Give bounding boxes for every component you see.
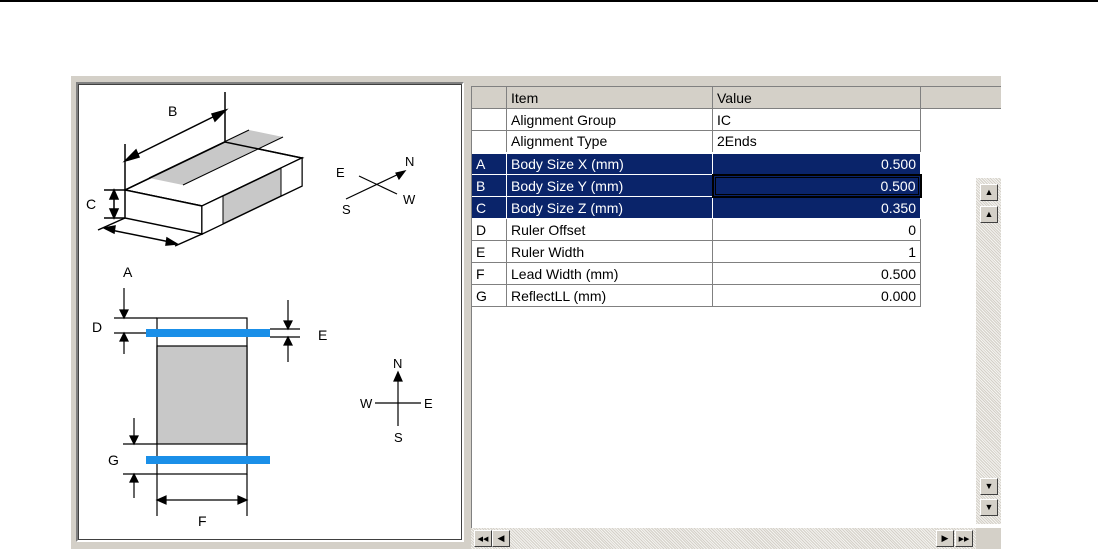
row-blank: [920, 130, 1001, 153]
row-code: B: [471, 174, 507, 197]
row-blank: [920, 108, 1001, 131]
scroll-top-button[interactable]: ▲: [980, 184, 998, 201]
scroll-bottom-icon: ▼: [984, 502, 994, 512]
scroll-bottom-button[interactable]: ▼: [980, 499, 998, 516]
row-value[interactable]: 0.000: [712, 284, 921, 307]
scroll-top-icon: ▲: [984, 187, 994, 197]
ruler-bottom: [146, 456, 270, 464]
compass-isometric: [345, 170, 407, 200]
dimension-c: [104, 188, 125, 220]
row-value[interactable]: 0: [712, 218, 921, 241]
row-code: D: [471, 218, 507, 241]
row-item[interactable]: Alignment Group: [506, 108, 713, 131]
row-item[interactable]: Body Size Z (mm): [506, 196, 713, 219]
row-blank: [920, 152, 1001, 175]
chip-body-plan: [156, 345, 248, 445]
row-value[interactable]: 0.500: [712, 151, 921, 175]
scroll-right-icon: ▶: [941, 533, 949, 543]
table-row[interactable]: D Ruler Offset 0: [471, 218, 1001, 241]
compass-plan: [375, 370, 421, 426]
scroll-first-icon: ◀◀: [477, 536, 489, 543]
row-item[interactable]: Ruler Offset: [506, 218, 713, 241]
label-e: E: [318, 327, 327, 343]
compass-iso-n: N: [405, 154, 414, 169]
header-value[interactable]: Value: [712, 86, 921, 109]
row-value-focused[interactable]: 0.500: [711, 173, 922, 198]
dimension-e: [270, 300, 300, 362]
label-c: C: [86, 196, 96, 212]
table-row[interactable]: G ReflectLL (mm) 0.000: [471, 284, 1001, 307]
table-row[interactable]: Alignment Type 2Ends: [471, 130, 1001, 153]
row-code: E: [471, 240, 507, 263]
row-code: F: [471, 262, 507, 285]
row-item[interactable]: Body Size X (mm): [506, 151, 713, 175]
component-diagram: B C A N E S W D E G F N E S W: [86, 92, 433, 529]
compass-iso-e: E: [336, 165, 345, 180]
compass-iso-s: S: [342, 202, 351, 217]
dimension-d: [114, 288, 157, 354]
grid-header-row: Item Value: [471, 86, 1001, 109]
table-row[interactable]: C Body Size Z (mm) 0.350: [471, 196, 1001, 219]
compass-plan-n: N: [393, 356, 402, 371]
scroll-right-button[interactable]: ▶: [936, 530, 954, 547]
compass-plan-e: E: [424, 396, 433, 411]
scroll-left-button[interactable]: ◀: [492, 530, 510, 547]
label-b: B: [168, 103, 177, 119]
row-code: [471, 130, 507, 153]
property-grid: Item Value Alignment Group IC Alignment …: [471, 86, 1001, 549]
component-diagram-panel: B C A N E S W D E G F N E S W: [76, 82, 464, 542]
header-code-cell: [471, 86, 507, 109]
chip-plan-view: [146, 317, 270, 475]
row-item[interactable]: Ruler Width: [506, 240, 713, 263]
header-extra: [920, 86, 1001, 109]
row-value[interactable]: IC: [712, 108, 921, 131]
label-f: F: [198, 513, 207, 529]
scroll-first-button[interactable]: ◀◀: [474, 530, 492, 547]
property-table: Item Value Alignment Group IC Alignment …: [471, 86, 1001, 307]
compass-plan-s: S: [394, 430, 403, 445]
scroll-down-button[interactable]: ▼: [980, 478, 998, 495]
header-item[interactable]: Item: [506, 86, 713, 109]
label-d: D: [92, 319, 102, 335]
row-item[interactable]: Body Size Y (mm): [506, 174, 713, 197]
row-code: C: [471, 196, 507, 219]
label-a: A: [123, 264, 133, 280]
row-value[interactable]: 1: [712, 240, 921, 263]
table-row[interactable]: E Ruler Width 1: [471, 240, 1001, 263]
vertical-scrollbar[interactable]: ▲ ▲ ▼ ▼: [976, 178, 1001, 524]
row-code: [471, 108, 507, 131]
dimension-f: [155, 474, 249, 516]
scroll-last-icon: ▶▶: [958, 536, 970, 543]
compass-plan-w: W: [360, 396, 373, 411]
row-item[interactable]: Alignment Type: [506, 130, 713, 153]
scroll-last-button[interactable]: ▶▶: [955, 530, 973, 547]
scroll-up-button[interactable]: ▲: [980, 206, 998, 223]
table-row[interactable]: Alignment Group IC: [471, 108, 1001, 131]
compass-iso-w: W: [403, 192, 416, 207]
label-g: G: [108, 452, 119, 468]
table-row[interactable]: B Body Size Y (mm) 0.500: [471, 173, 1001, 198]
table-row[interactable]: A Body Size X (mm) 0.500: [471, 151, 1001, 175]
row-code: G: [471, 284, 507, 307]
horizontal-scrollbar[interactable]: ◀◀ ◀ ▶ ▶▶: [471, 528, 976, 549]
scroll-down-icon: ▼: [984, 481, 994, 491]
scroll-up-icon: ▲: [984, 209, 994, 219]
row-code: A: [471, 151, 507, 175]
scroll-left-icon: ◀: [497, 533, 505, 543]
row-item[interactable]: ReflectLL (mm): [506, 284, 713, 307]
ruler-top: [146, 329, 270, 337]
top-divider: [0, 0, 1098, 2]
row-value[interactable]: 0.500: [712, 262, 921, 285]
row-item[interactable]: Lead Width (mm): [506, 262, 713, 285]
chip-isometric: [122, 129, 305, 236]
row-value[interactable]: 0.350: [712, 196, 921, 219]
row-value[interactable]: 2Ends: [712, 130, 921, 153]
scrollbar-corner: [976, 528, 1001, 549]
table-row[interactable]: F Lead Width (mm) 0.500: [471, 262, 1001, 285]
